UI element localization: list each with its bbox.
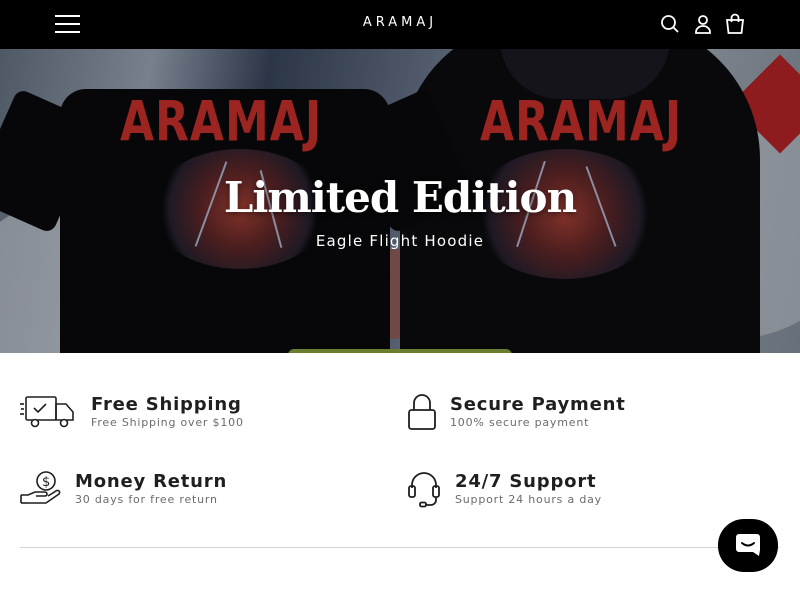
hero-banner[interactable]: ARAMAJ ARAMAJ Limited Edition Eagle Flig…: [0, 49, 800, 353]
feature-free-shipping: [20, 394, 80, 430]
feature-support: [408, 470, 440, 508]
lock-icon: [408, 393, 436, 431]
feature-money-return: $: [20, 470, 62, 506]
site-header: ARAMAJ: [0, 0, 800, 49]
cart-icon[interactable]: [723, 12, 747, 36]
feature-description: Support 24 hours a day: [455, 493, 602, 506]
hero-button[interactable]: [288, 349, 512, 353]
feature-title: Free Shipping: [91, 394, 242, 415]
feature-description: 100% secure payment: [450, 416, 590, 429]
feature-title: 24/7 Support: [455, 471, 597, 492]
feature-secure-payment: [408, 393, 436, 431]
svg-text:$: $: [42, 475, 50, 490]
delivery-truck-icon: [20, 394, 76, 430]
chat-icon: [736, 534, 760, 556]
search-icon[interactable]: [658, 12, 682, 36]
feature-description: 30 days for free return: [75, 493, 218, 506]
headset-icon: [408, 470, 440, 508]
brand-logo[interactable]: ARAMAJ: [300, 15, 500, 30]
account-icon[interactable]: [691, 12, 715, 36]
chat-button[interactable]: [718, 519, 778, 572]
section-divider: [20, 547, 780, 548]
hero-title: Limited Edition: [223, 173, 577, 222]
hero-subtitle: Eagle Flight Hoodie: [315, 232, 485, 250]
feature-title: Secure Payment: [450, 394, 626, 415]
menu-icon[interactable]: [52, 11, 84, 37]
feature-description: Free Shipping over $100: [91, 416, 244, 429]
feature-title: Money Return: [75, 471, 228, 492]
money-hand-icon: $: [20, 470, 62, 506]
